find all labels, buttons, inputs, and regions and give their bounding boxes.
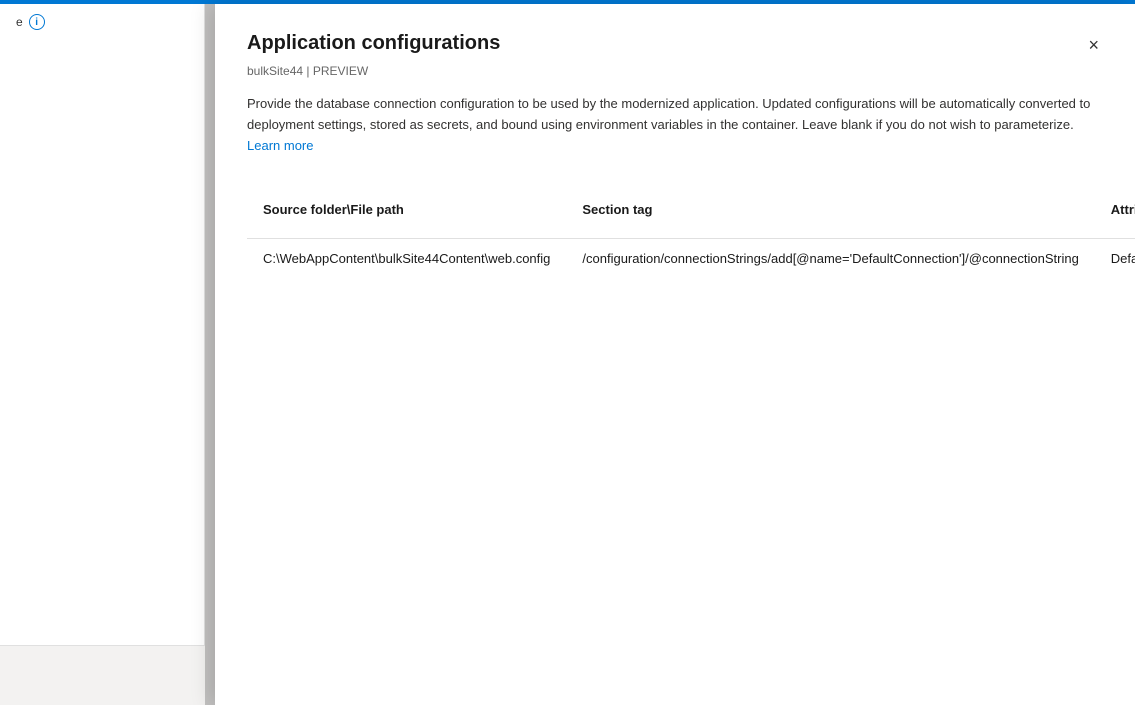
sidebar-item: e i [0, 4, 204, 40]
dialog-description: Provide the database connection configur… [247, 94, 1103, 156]
col-header-source: Source folder\File path [247, 181, 566, 239]
col-header-section: Section tag [566, 181, 1094, 239]
col-header-attribute: Attribute name [1095, 181, 1135, 239]
dialog-header: Application configurations × [247, 32, 1103, 58]
subtitle-preview: PREVIEW [313, 64, 368, 78]
config-table: Source folder\File path Section tag Attr… [247, 180, 1135, 316]
application-configurations-dialog: Application configurations × bulkSite44 … [215, 4, 1135, 705]
sidebar: e i [0, 4, 205, 705]
info-icon[interactable]: i [29, 14, 45, 30]
table-row: C:\WebAppContent\bulkSite44Content\web.c… [247, 239, 1135, 317]
dialog-overlay: Application configurations × bulkSite44 … [205, 4, 1135, 705]
cell-source: C:\WebAppContent\bulkSite44Content\web.c… [247, 239, 566, 317]
dialog-title: Application configurations [247, 32, 500, 55]
sidebar-bottom [0, 645, 205, 705]
subtitle-separator: | [303, 64, 313, 78]
cell-attribute: DefaultConnection [1095, 239, 1135, 317]
cell-section: /configuration/connectionStrings/add[@na… [566, 239, 1094, 317]
close-button[interactable]: × [1084, 32, 1103, 58]
learn-more-link[interactable]: Learn more [247, 138, 313, 153]
description-text: Provide the database connection configur… [247, 96, 1090, 132]
sidebar-item-label: e [16, 15, 23, 29]
subtitle-site: bulkSite44 [247, 64, 303, 78]
dialog-subtitle: bulkSite44 | PREVIEW [247, 64, 1103, 78]
